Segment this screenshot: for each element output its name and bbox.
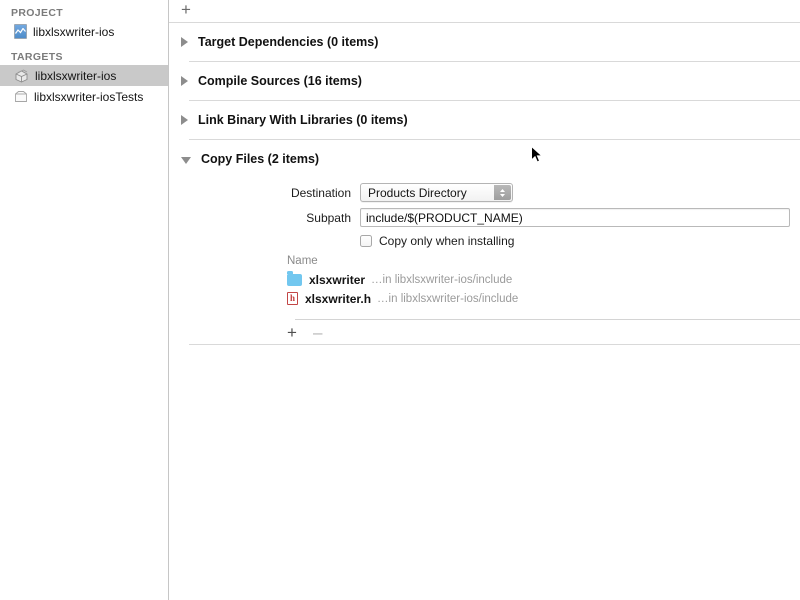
build-phases-toolbar: +: [169, 0, 800, 22]
sidebar-item-label: libxlsxwriter-ios: [35, 68, 117, 83]
chevron-right-icon[interactable]: [181, 76, 188, 86]
copy-files-body: Destination Products Directory Subpath i…: [169, 178, 800, 344]
chevron-updown-icon[interactable]: [494, 185, 511, 200]
add-file-button[interactable]: +: [287, 324, 297, 341]
xcode-project-icon: [14, 24, 27, 39]
phase-title: Link Binary With Libraries (0 items): [198, 113, 408, 127]
target-package-icon: [14, 69, 29, 83]
file-name: xlsxwriter.h: [305, 291, 372, 306]
sidebar-item-label: libxlsxwriter-iosTests: [34, 89, 144, 104]
remove-file-button: –: [312, 322, 323, 342]
destination-value: Products Directory: [368, 185, 467, 200]
subpath-input[interactable]: include/$(PRODUCT_NAME): [360, 208, 790, 227]
destination-row: Destination Products Directory: [169, 180, 800, 205]
copy-only-when-installing-row[interactable]: Copy only when installing: [169, 230, 800, 252]
build-phase-copy-files[interactable]: Copy Files (2 items) Destination Product…: [169, 140, 800, 344]
sidebar-section-targets: TARGETS: [11, 51, 63, 63]
phase-header[interactable]: Compile Sources (16 items): [169, 62, 800, 100]
table-row[interactable]: h xlsxwriter.h …in libxlsxwriter-ios/inc…: [169, 289, 800, 308]
header-file-icon: h: [287, 292, 298, 305]
chevron-right-icon[interactable]: [181, 115, 188, 125]
build-phase-compile-sources[interactable]: Compile Sources (16 items): [169, 62, 800, 100]
folder-icon: [287, 271, 302, 286]
phase-header[interactable]: Link Binary With Libraries (0 items): [169, 101, 800, 139]
subpath-label: Subpath: [306, 210, 351, 225]
sidebar-item-label: libxlsxwriter-ios: [33, 24, 115, 39]
build-phases-editor: + Target Dependencies (0 items) Compile …: [169, 0, 800, 600]
add-build-phase-button[interactable]: +: [177, 1, 195, 19]
name-column-header: Name: [287, 255, 318, 267]
phase-title: Target Dependencies (0 items): [198, 35, 379, 49]
target-tests-icon: [14, 90, 28, 103]
subpath-row: Subpath include/$(PRODUCT_NAME): [169, 205, 800, 230]
file-list-actions: + –: [169, 320, 800, 344]
build-phase-target-dependencies[interactable]: Target Dependencies (0 items): [169, 23, 800, 61]
copy-only-checkbox[interactable]: [360, 235, 372, 247]
phase-divider: [189, 344, 800, 345]
copy-only-label: Copy only when installing: [379, 234, 515, 248]
file-path: …in libxlsxwriter-ios/include: [377, 292, 519, 305]
chevron-right-icon[interactable]: [181, 37, 188, 47]
build-phase-link-binary[interactable]: Link Binary With Libraries (0 items): [169, 101, 800, 139]
xcode-build-phases-window: PROJECT libxlsxwriter-ios TARGETS libxls…: [0, 0, 800, 600]
sidebar-item-project-libxlsxwriter-ios[interactable]: libxlsxwriter-ios: [0, 21, 168, 42]
file-path: …in libxlsxwriter-ios/include: [371, 273, 513, 286]
table-row[interactable]: xlsxwriter …in libxlsxwriter-ios/include: [169, 270, 800, 289]
file-name: xlsxwriter: [309, 272, 366, 287]
destination-label: Destination: [290, 185, 351, 200]
phase-title: Copy Files (2 items): [201, 152, 320, 166]
project-navigator-sidebar: PROJECT libxlsxwriter-ios TARGETS libxls…: [0, 0, 169, 600]
phase-header[interactable]: Copy Files (2 items): [169, 140, 800, 178]
sidebar-item-target-libxlsxwriter-iosTests[interactable]: libxlsxwriter-iosTests: [0, 86, 168, 107]
sidebar-item-target-libxlsxwriter-ios[interactable]: libxlsxwriter-ios: [0, 65, 168, 86]
sidebar-section-project: PROJECT: [11, 7, 64, 19]
phase-title: Compile Sources (16 items): [198, 74, 362, 88]
chevron-down-icon[interactable]: [181, 156, 191, 164]
xcode-hammer-glyph: [15, 28, 26, 34]
destination-select[interactable]: Products Directory: [360, 183, 513, 202]
phase-header[interactable]: Target Dependencies (0 items): [169, 23, 800, 61]
